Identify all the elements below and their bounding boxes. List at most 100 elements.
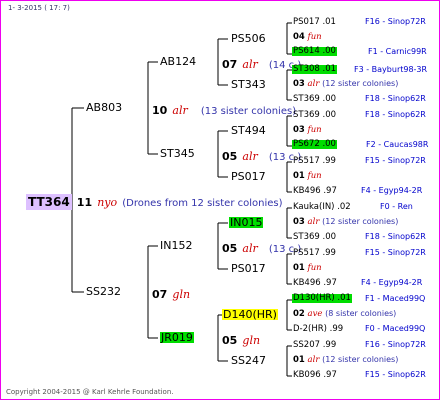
leaf-code: F15 - Sinop72R [365, 156, 426, 165]
leaf-race: alr [307, 79, 320, 89]
leaf-entry: 04 fun [293, 33, 322, 42]
gen1-id: AB803 [86, 101, 123, 114]
leaf-race: fun [307, 263, 322, 273]
copyright-footer: Copyright 2004-2015 @ Karl Kehrle Founda… [6, 388, 174, 396]
gen3-id: SS247 [231, 354, 266, 367]
gen1-race: gln [172, 288, 191, 301]
leaf-num: 03 [293, 217, 305, 227]
gen2-info: 05 alr (13 c.) [222, 239, 301, 255]
gen3-id: PS506 [231, 32, 266, 45]
leaf-code: F15 - Sinop62R [365, 370, 426, 379]
gen2-race: alr [242, 242, 258, 255]
gen1-info: 07 gln [152, 285, 190, 301]
gen2-id: AB124 [160, 55, 197, 68]
leaf-num: 02 [293, 309, 305, 319]
leaf-code: F1 - Maced99Q [365, 294, 426, 303]
gen1-note: (13 sister colonies) [200, 106, 297, 117]
leaf-entry: PS614 .00 [292, 46, 337, 56]
leaf-entry: KB496 .97 [293, 186, 337, 196]
leaf-code: F4 - Egyp94-2R [361, 186, 423, 195]
gen2-id: ST345 [160, 147, 195, 160]
gen1-race: alr [172, 104, 188, 117]
leaf-race: alr [307, 355, 320, 365]
leaf-entry: 03 alr (12 sister colonies) [293, 80, 398, 89]
gen3-id: PS017 [231, 262, 266, 275]
leaf-note: (12 sister colonies) [322, 355, 399, 364]
gen2-id: JR019 [160, 331, 194, 344]
gen2-num: 05 [222, 150, 238, 163]
gen2-race: alr [242, 150, 258, 163]
leaf-entry: ST369 .00 [293, 232, 337, 242]
leaf-code: F2 - Caucas98R [366, 140, 429, 149]
leaf-code: F1 - Carnic99R [368, 47, 427, 56]
leaf-links [286, 22, 292, 377]
leaf-entry: 01 fun [293, 264, 322, 273]
leaf-entry: PS672 .00 [292, 139, 337, 149]
leaf-race: fun [307, 125, 322, 135]
leaf-entry: KB096 .97 [293, 370, 337, 380]
leaf-entry: D-2(HR) .99 [293, 324, 344, 334]
queen-race: nyo [97, 196, 118, 209]
queen-id: TT364 [26, 194, 72, 210]
gen3-id: D140(HR) [222, 308, 278, 321]
leaf-entry: ST308 .01 [292, 64, 338, 74]
leaf-note: (12 sister colonies) [322, 217, 399, 226]
gen2-num: 05 [222, 334, 238, 347]
gen3-id: IN015 [229, 216, 264, 229]
leaf-num: 01 [293, 263, 305, 273]
leaf-race: fun [307, 32, 322, 42]
gen2-num: 05 [222, 242, 238, 255]
leaf-entry: D130(HR) .01 [292, 293, 352, 303]
leaf-note: (12 sister colonies) [322, 79, 399, 88]
leaf-code: F18 - Sinop62R [365, 94, 426, 103]
gen2-info: 05 gln [222, 331, 260, 347]
leaf-entry: 03 alr (12 sister colonies) [293, 218, 398, 227]
leaf-num: 04 [293, 32, 305, 42]
queen-note: (Drones from 12 sister colonies) [122, 198, 283, 209]
header-date: 1- 3-2015 ( 17: 7) [8, 4, 70, 12]
leaf-entry: 01 fun [293, 172, 322, 181]
leaf-code: F18 - Sinop62R [365, 232, 426, 241]
leaf-code: F0 - Maced99Q [365, 324, 426, 333]
leaf-entry: PS517 .99 [293, 156, 336, 166]
leaf-race: alr [307, 217, 320, 227]
gen1-num: 10 [152, 104, 168, 117]
leaf-race: ave [307, 309, 323, 319]
leaf-entry: ST369 .00 [293, 94, 337, 104]
gen3-id: ST343 [231, 78, 266, 91]
leaf-entry: PS517 .99 [293, 248, 336, 258]
gen3-id: PS017 [231, 170, 266, 183]
leaf-code: F3 - Bayburt98-3R [354, 65, 428, 74]
gen3-id: ST494 [231, 124, 266, 137]
leaf-entry: ST369 .00 [293, 110, 337, 120]
leaf-num: 01 [293, 171, 305, 181]
leaf-code: F16 - Sinop72R [365, 17, 426, 26]
leaf-num: 03 [293, 125, 305, 135]
gen2-race: gln [242, 334, 261, 347]
gen1-num: 07 [152, 288, 168, 301]
leaf-code: F0 - Ren [380, 202, 413, 211]
gen1-id: SS232 [86, 285, 121, 298]
leaf-entry: PS017 .01 [293, 17, 336, 27]
leaf-code: F18 - Sinop62R [365, 110, 426, 119]
queen-node: TT364 11 nyo (Drones from 12 sister colo… [26, 193, 283, 210]
gen1-info: 10 alr (13 sister colonies) [152, 101, 296, 117]
leaf-num: 03 [293, 79, 305, 89]
leaf-race: fun [307, 171, 322, 181]
gen2-num: 07 [222, 58, 238, 71]
queen-num: 11 [76, 196, 93, 209]
leaf-code: F16 - Sinop72R [365, 340, 426, 349]
leaf-entry: Kauka(IN) .02 [293, 202, 351, 212]
leaf-entry: 02 ave (8 sister colonies) [293, 310, 396, 319]
leaf-entry: 03 fun [293, 126, 322, 135]
leaf-note: (8 sister colonies) [325, 309, 397, 318]
leaf-num: 01 [293, 355, 305, 365]
leaf-code: F4 - Egyp94-2R [361, 278, 423, 287]
leaf-entry: 01 alr (12 sister colonies) [293, 356, 398, 365]
gen2-race: alr [242, 58, 258, 71]
gen2-info: 05 alr (13 c.) [222, 147, 301, 163]
leaf-entry: KB496 .97 [293, 278, 337, 288]
gen2-id: IN152 [160, 239, 193, 252]
gen2-info: 07 alr (14 c.) [222, 55, 301, 71]
leaf-entry: SS207 .99 [293, 340, 337, 350]
